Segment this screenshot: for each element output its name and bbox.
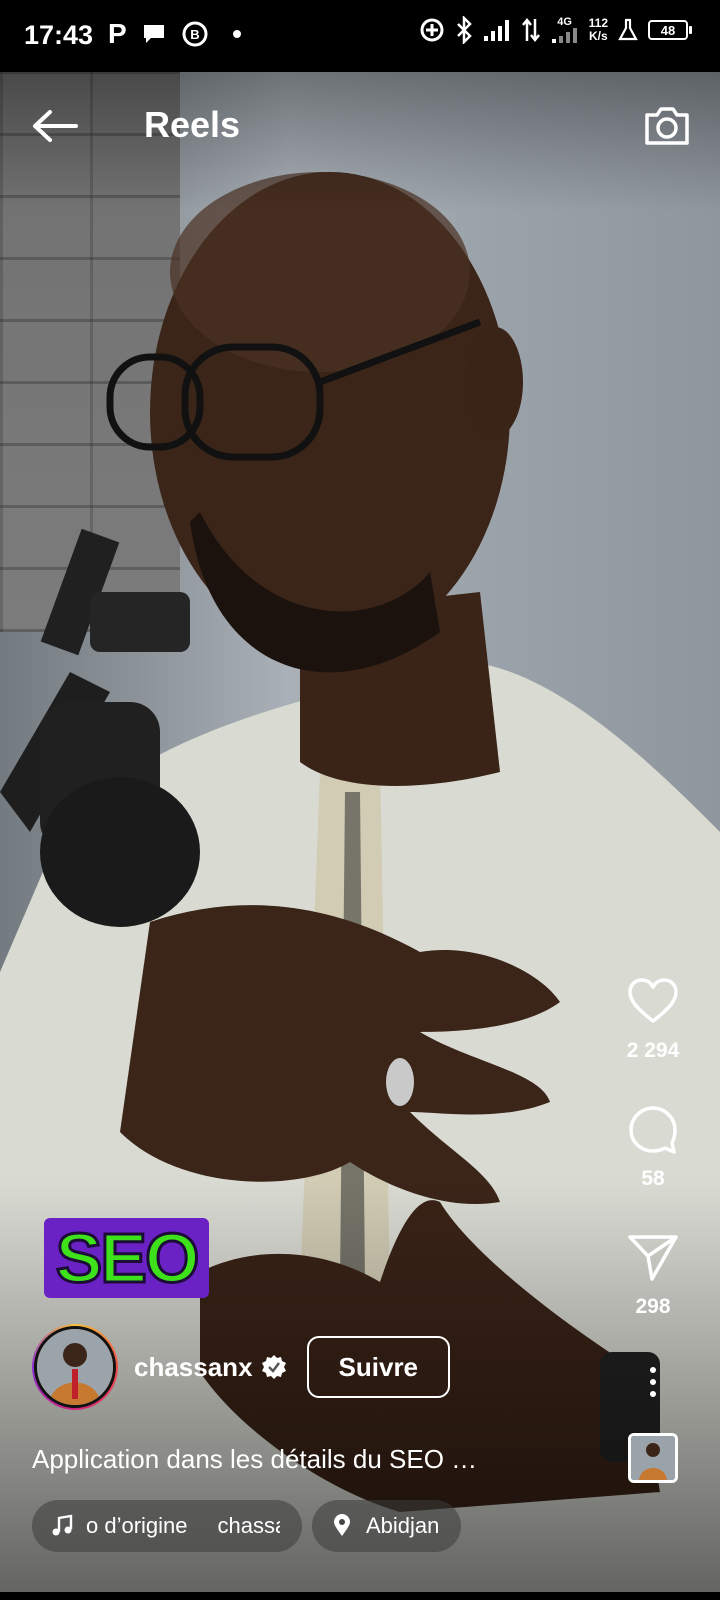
dot-icon	[650, 1367, 656, 1373]
dot-icon	[650, 1391, 656, 1397]
status-time: 17:43	[24, 20, 94, 50]
heart-icon	[628, 978, 678, 1023]
battery-level: 48	[648, 20, 688, 40]
page-title: Reels	[144, 104, 241, 145]
net-speed: 112 K/s	[589, 17, 608, 43]
comment-icon	[629, 1106, 677, 1154]
status-system-icons: 4G 112 K/s 48	[419, 16, 692, 44]
navigation-bar	[0, 1592, 720, 1600]
arrow-left-icon	[33, 110, 78, 142]
music-note-icon	[52, 1514, 73, 1536]
person-icon	[37, 1329, 113, 1405]
back-button[interactable]	[30, 108, 80, 144]
follow-button[interactable]: Suivre	[306, 1336, 451, 1398]
network-type: 4G	[557, 15, 572, 28]
like-button[interactable]: 2 294	[626, 975, 680, 1063]
share-button[interactable]: 298	[626, 1231, 680, 1319]
share-count: 298	[635, 1295, 671, 1318]
signal-icon	[483, 20, 509, 41]
location-pin-icon	[334, 1514, 350, 1536]
net-speed-unit: K/s	[588, 29, 608, 43]
status-bar: 17:43 P B 4G 112 K/s 48	[0, 0, 720, 72]
location-name: Abidjan	[366, 1513, 440, 1538]
verified-badge-icon	[261, 1355, 286, 1379]
lab-icon	[618, 18, 638, 41]
data-arrows-icon	[521, 17, 540, 43]
audio-chip[interactable]: o d’origine chassa	[32, 1500, 302, 1552]
comment-count: 58	[641, 1167, 665, 1190]
comment-button[interactable]: 58	[626, 1103, 680, 1191]
audio-title: o d’origine	[86, 1513, 188, 1538]
battery-icon: 48	[648, 20, 692, 40]
reels-screen: 17:43 P B 4G 112 K/s 48 Reels 2 294 58 2…	[0, 0, 720, 1600]
location-chip[interactable]: Abidjan	[312, 1500, 462, 1552]
chat-bubble-icon	[143, 25, 164, 43]
signal-4g-icon: 4G	[551, 15, 579, 44]
more-options-button[interactable]	[650, 1367, 656, 1397]
dot-icon	[650, 1379, 656, 1385]
like-count: 2 294	[626, 1039, 680, 1062]
avatar-image	[34, 1326, 116, 1408]
audio-thumbnail[interactable]	[628, 1433, 678, 1483]
dot-icon	[232, 30, 241, 38]
reels-header: Reels	[0, 90, 720, 160]
bluetooth-icon	[456, 16, 472, 44]
camera-icon	[645, 107, 689, 145]
audio-artist: chassa	[217, 1513, 280, 1538]
author-row: chassanx Suivre	[32, 1322, 451, 1412]
sticker-text: SEO	[54, 1218, 201, 1299]
status-notification-icons: P B	[108, 18, 241, 50]
parking-icon: P	[108, 18, 127, 49]
action-rail: 2 294 58 298	[608, 975, 698, 1483]
send-icon	[628, 1235, 678, 1281]
camera-button[interactable]	[642, 100, 692, 150]
meta-chips: o d’origine chassa Abidjan	[32, 1500, 462, 1552]
username[interactable]: chassanx	[134, 1352, 253, 1383]
svg-text:B: B	[190, 27, 199, 42]
caption[interactable]: Application dans les détails du SEO …	[32, 1444, 477, 1475]
seo-sticker: SEO	[44, 1218, 209, 1299]
audio-cover-icon	[631, 1436, 675, 1480]
whatsapp-business-icon: B	[182, 21, 208, 47]
avatar[interactable]	[32, 1324, 118, 1410]
data-saver-icon	[420, 18, 444, 42]
audio-track: o d’origine chassa	[86, 1513, 280, 1539]
